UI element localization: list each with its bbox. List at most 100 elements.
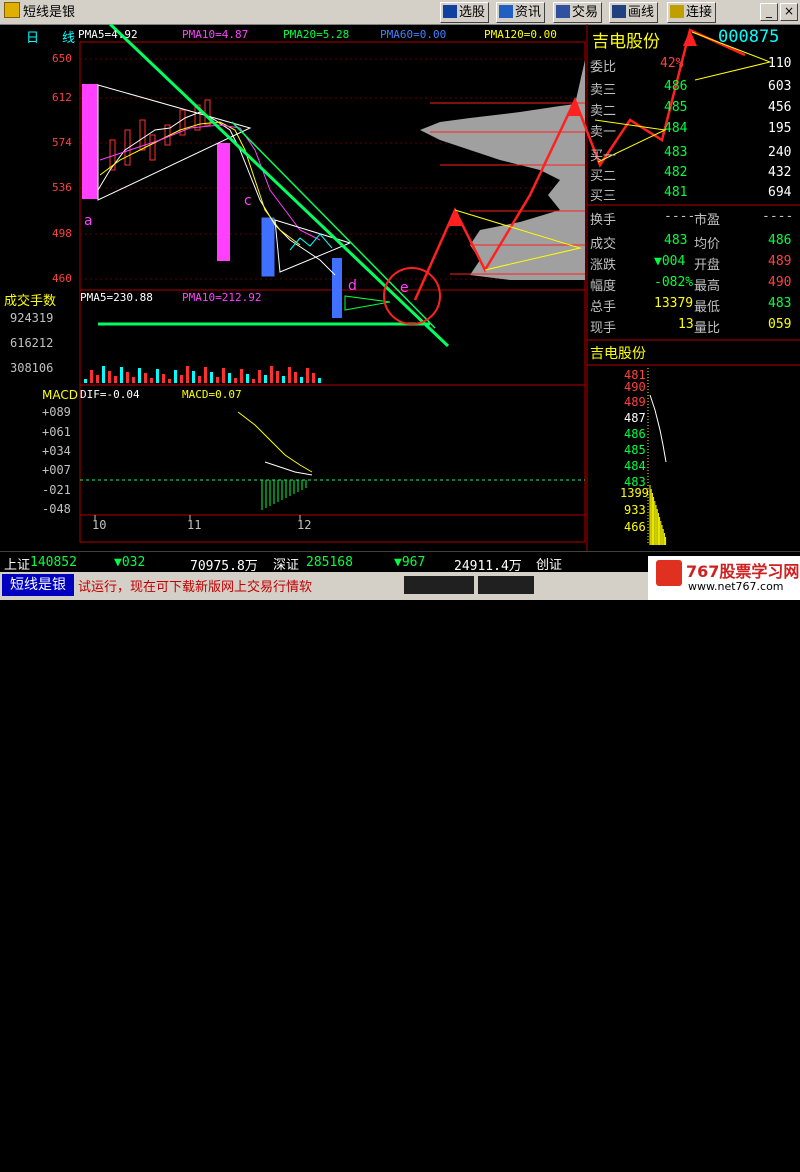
volume-bar: [222, 368, 225, 383]
volume-bar: [264, 375, 267, 383]
app-title: 短线是银: [2, 2, 77, 21]
dif-label: DIF=-0.04: [80, 388, 140, 401]
x-axis-label: 11: [187, 518, 202, 532]
mini-price-label: 486: [624, 427, 646, 441]
annotation-a: a: [84, 213, 93, 229]
quote-row: 成交 483 均价 486: [590, 233, 792, 252]
trade-icon: [556, 5, 570, 18]
ask-row[interactable]: 卖二 485 456: [590, 100, 798, 120]
price-axis-label: 460: [52, 272, 72, 285]
minimize-button[interactable]: _: [760, 3, 778, 21]
stock-code: 000875: [718, 27, 780, 47]
volume-bar: [96, 375, 99, 383]
footer-app-button[interactable]: 短线是银: [2, 574, 74, 596]
sh-index-change: ▼032: [114, 555, 146, 570]
volume-bar: [168, 379, 171, 383]
volume-bar: [162, 374, 165, 383]
mini-vol-label: 933: [624, 503, 646, 517]
toolbar-connect-button[interactable]: 连接: [667, 2, 717, 23]
volume-bar: [318, 378, 321, 383]
volume-bar: [132, 377, 135, 383]
volume-bar: [114, 376, 117, 383]
title-bar: 短线是银 选股 资讯 交易 画线 连接 _ ×: [0, 0, 800, 25]
macd-axis-label: +034: [42, 444, 71, 458]
bid-row[interactable]: 买三 481 694: [590, 185, 798, 205]
period-label-2: 线: [62, 31, 76, 46]
bid-row[interactable]: 买二 482 432: [590, 165, 798, 185]
news-icon: [499, 5, 513, 18]
bid-row[interactable]: 买一 483 240: [590, 145, 798, 165]
volume-title: 成交手数: [4, 294, 57, 309]
volume-bar: [300, 377, 303, 383]
mini-indicator: [404, 576, 474, 594]
macd-axis-label: -021: [42, 483, 71, 497]
mini-chart-title: 吉电股份: [590, 346, 646, 362]
volume-bar: [90, 370, 93, 383]
candle: [149, 134, 156, 161]
price-axis-label: 498: [52, 227, 72, 240]
annotation-e: e: [400, 280, 409, 296]
toolbar-select-stock-button[interactable]: 选股: [440, 2, 490, 23]
volume-bar: [126, 372, 129, 383]
x-axis-label: 10: [92, 518, 107, 532]
volume-bar: [228, 373, 231, 383]
quote-row: 总手 13379 最低 483: [590, 296, 792, 315]
annotation-c: c: [244, 193, 252, 209]
sh-index-value: 140852: [30, 555, 77, 570]
ma10-label: PMA10=4.87: [182, 28, 249, 41]
volume-bar: [240, 369, 243, 383]
volume-bar: [282, 376, 285, 383]
mini-vol-label: 1399: [620, 486, 649, 500]
quote-row: 幅度 -082% 最高 490: [590, 275, 792, 294]
volume-bar: [192, 371, 195, 383]
volume-bar: [150, 378, 153, 383]
volume-bar: [138, 368, 141, 383]
price-axis-label: 612: [52, 91, 72, 104]
ask-row[interactable]: 卖一 484 195: [590, 121, 798, 141]
mini-price-label: 487: [624, 411, 646, 425]
volume-bar: [198, 376, 201, 383]
watermark: 767股票学习网 www.net767.com: [648, 556, 800, 600]
volume-bar: [288, 367, 291, 383]
volume-bar: [312, 373, 315, 383]
quote-row: 涨跌 ▼004 开盘 489: [590, 254, 792, 273]
macd-title: MACD: [42, 388, 78, 402]
macd-value-label: MACD=0.07: [182, 388, 242, 401]
marquee-text: 试运行，现在可下载新版网上交易行情软: [78, 580, 313, 595]
macd-axis-label: +089: [42, 405, 71, 419]
volume-bar: [270, 366, 273, 383]
mini-price-label: 485: [624, 443, 646, 457]
price-axis-label: 536: [52, 181, 72, 194]
volume-bar: [234, 378, 237, 383]
volume-bar: [84, 379, 87, 383]
watermark-logo-icon: [656, 560, 682, 586]
quote-row: 现手 13 量比 059: [590, 317, 792, 336]
volume-bar: [174, 370, 177, 383]
volume-bar: [120, 367, 123, 383]
volume-bar: [144, 373, 147, 383]
volume-bar: [180, 375, 183, 383]
sh-index-label: 上证: [4, 558, 31, 573]
watermark-url: www.net767.com: [688, 580, 784, 593]
toolbar-draw-line-button[interactable]: 画线: [609, 2, 659, 23]
weibi-row: 委比 42% 110: [590, 56, 792, 75]
toolbar-trade-button[interactable]: 交易: [553, 2, 603, 23]
select-stock-icon: [443, 5, 457, 18]
volume-bar: [204, 367, 207, 383]
mini-price-label: 484: [624, 459, 646, 473]
mini-indicator: [478, 576, 534, 594]
ma5-label: PMA5=4.92: [78, 28, 138, 41]
close-button[interactable]: ×: [780, 3, 798, 21]
price-axis-label: 574: [52, 136, 72, 149]
candle: [204, 99, 211, 126]
volume-axis-label: 308106: [10, 361, 54, 375]
volume-bar: [186, 366, 189, 383]
mini-price-label: 490: [624, 380, 646, 394]
volume-bar: [294, 372, 297, 383]
ask-row[interactable]: 卖三 486 603: [590, 79, 798, 99]
volume-axis-label: 616212: [10, 336, 54, 350]
connect-icon: [670, 5, 684, 18]
toolbar-news-button[interactable]: 资讯: [496, 2, 546, 23]
draw-line-icon: [612, 5, 626, 18]
mini-vol-label: 466: [624, 520, 646, 534]
